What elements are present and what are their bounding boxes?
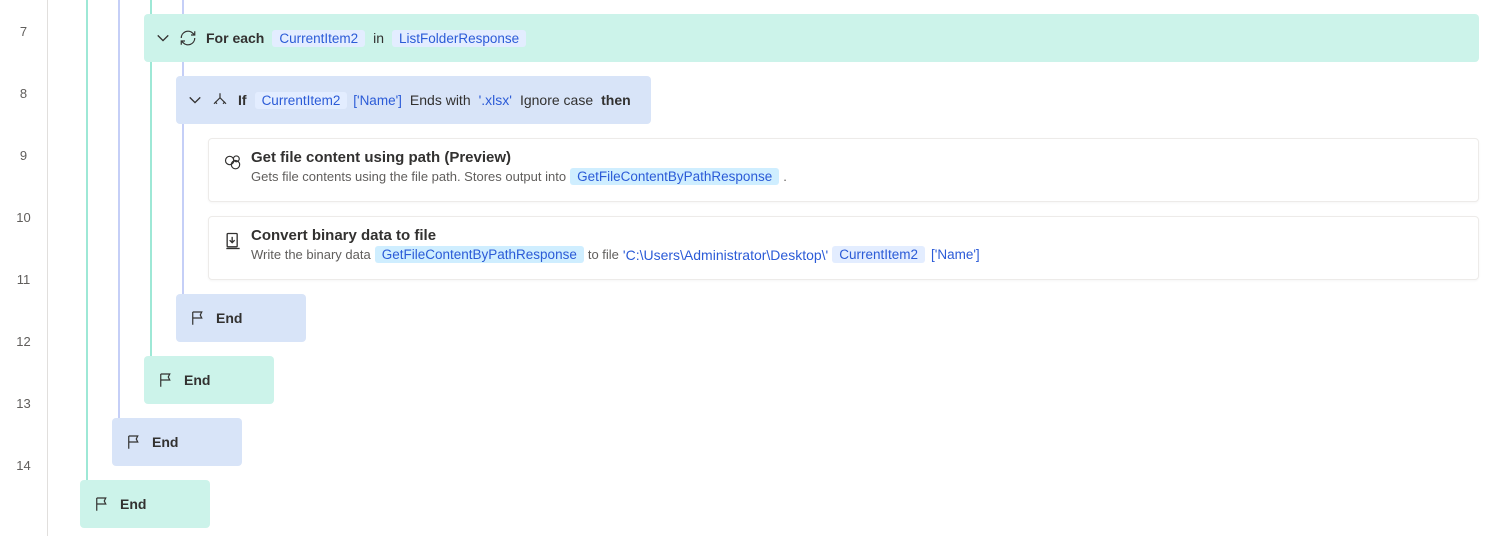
action-title: Get file content using path (Preview) — [251, 149, 787, 166]
keyword-end: End — [152, 434, 178, 450]
string-literal: 'C:\Users\Administrator\Desktop\' — [623, 247, 828, 263]
flag-icon — [92, 494, 112, 514]
line-number: 9 — [0, 124, 47, 186]
property-accessor: ['Name'] — [931, 247, 980, 262]
action-convert-binary[interactable]: Convert binary data to file Write the bi… — [208, 216, 1479, 280]
keyword-end: End — [120, 496, 146, 512]
end-block[interactable]: End — [144, 356, 274, 404]
file-convert-icon — [223, 231, 243, 251]
chevron-down-icon[interactable] — [188, 93, 202, 107]
action-description: to file — [588, 247, 619, 262]
end-block[interactable]: End — [80, 480, 210, 528]
action-description: . — [783, 169, 787, 184]
line-number: 12 — [0, 310, 47, 372]
loop-icon — [178, 28, 198, 48]
operator-text: Ends with — [410, 92, 471, 108]
flow-editor: For each CurrentItem2 in ListFolderRespo… — [48, 0, 1491, 536]
string-literal: '.xlsx' — [479, 92, 512, 108]
line-number: 7 — [0, 0, 47, 62]
line-number: 8 — [0, 62, 47, 124]
variable-token[interactable]: CurrentItem2 — [255, 92, 348, 109]
line-number-gutter: 7 8 9 10 11 12 13 14 — [0, 0, 48, 536]
line-number: 13 — [0, 372, 47, 434]
end-block[interactable]: End — [176, 294, 306, 342]
variable-token[interactable]: CurrentItem2 — [272, 30, 365, 47]
variable-token[interactable]: GetFileContentByPathResponse — [570, 168, 779, 185]
variable-token[interactable]: CurrentItem2 — [832, 246, 925, 263]
keyword-if: If — [238, 92, 247, 108]
keyword-end: End — [216, 310, 242, 326]
action-description: Write the binary data — [251, 247, 371, 262]
branch-icon — [210, 90, 230, 110]
foreach-block[interactable]: For each CurrentItem2 in ListFolderRespo… — [144, 14, 1479, 62]
variable-token[interactable]: ListFolderResponse — [392, 30, 526, 47]
flag-icon — [188, 308, 208, 328]
chevron-down-icon[interactable] — [156, 31, 170, 45]
action-get-file-content[interactable]: Get file content using path (Preview) Ge… — [208, 138, 1479, 202]
line-number: 14 — [0, 434, 47, 496]
action-description: Gets file contents using the file path. … — [251, 169, 566, 184]
variable-token[interactable]: GetFileContentByPathResponse — [375, 246, 584, 263]
end-block[interactable]: End — [112, 418, 242, 466]
if-block[interactable]: If CurrentItem2 ['Name'] Ends with '.xls… — [176, 76, 651, 124]
keyword-foreach: For each — [206, 30, 264, 46]
sharepoint-icon — [223, 153, 243, 173]
ignore-case-text: Ignore case — [520, 92, 593, 108]
keyword-then: then — [601, 92, 631, 108]
line-number: 10 — [0, 186, 47, 248]
line-number: 11 — [0, 248, 47, 310]
keyword-end: End — [184, 372, 210, 388]
keyword-in: in — [373, 30, 384, 46]
property-accessor: ['Name'] — [353, 93, 402, 108]
flag-icon — [156, 370, 176, 390]
action-title: Convert binary data to file — [251, 227, 980, 244]
flag-icon — [124, 432, 144, 452]
